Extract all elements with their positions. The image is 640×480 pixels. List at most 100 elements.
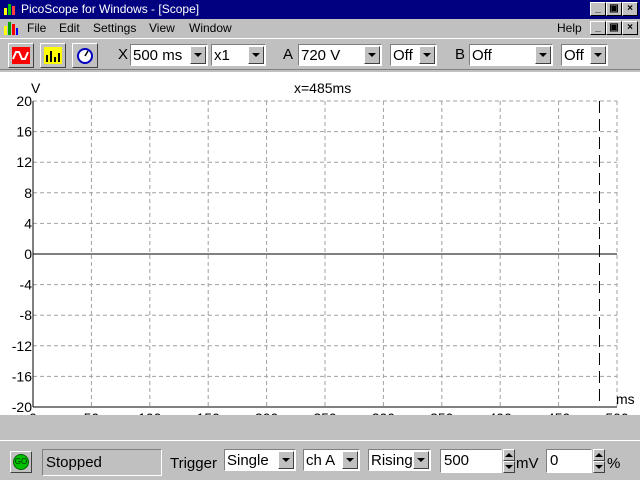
channel-a-range-value: 720 V [301, 47, 341, 64]
chevron-down-icon[interactable] [248, 46, 264, 64]
channel-a-label: A [283, 46, 294, 63]
scope-wave-icon [12, 47, 30, 64]
x-tick-label: 50 [84, 410, 100, 415]
timebase-value: 500 ms [133, 47, 183, 64]
x-tick-label: 150 [197, 410, 221, 415]
trigger-channel-select[interactable]: ch A [303, 449, 360, 471]
channel-b-label: B [455, 46, 466, 63]
x-tick-label: 450 [547, 410, 571, 415]
menu-help[interactable]: Help [557, 21, 582, 35]
y-tick-label: -12 [12, 338, 32, 354]
y-tick-label: -16 [12, 368, 32, 384]
x-tick-label: 500 [605, 410, 629, 415]
meter-mode-button[interactable] [72, 43, 98, 68]
trigger-delay-value: 0 [550, 452, 559, 469]
y-tick-label: -4 [20, 277, 33, 293]
spin-down-icon[interactable] [503, 461, 515, 473]
chevron-down-icon[interactable] [419, 46, 435, 64]
y-tick-label: 16 [16, 124, 32, 140]
toolbar: X 500 ms x1 A 720 V Off B Off Off [0, 38, 640, 70]
menu-view[interactable]: View [149, 21, 175, 35]
channel-a-range-select[interactable]: 720 V [298, 44, 382, 66]
multiplier-value: x1 [214, 47, 230, 64]
y-tick-label: -8 [20, 307, 33, 323]
app-restore-button[interactable]: ▣ [606, 2, 622, 16]
status-display: Stopped [42, 449, 162, 476]
x-axis-ticks: 0 50 100 150 200 250 300 350 400 450 500 [29, 410, 629, 426]
y-tick-label: 12 [16, 154, 32, 170]
x-tick-label: 300 [372, 410, 396, 415]
scope-display[interactable]: 201612840-4-8-12-16-20 05010015020025030… [0, 72, 640, 426]
window-title: PicoScope for Windows - [Scope] [21, 2, 200, 16]
x-tick-label: 350 [430, 410, 454, 415]
chevron-down-icon[interactable] [278, 451, 294, 469]
chevron-down-icon[interactable] [535, 46, 551, 64]
menu-settings[interactable]: Settings [93, 21, 136, 35]
threshold-unit: mV [516, 455, 539, 472]
x-tick-label: 100 [138, 410, 162, 415]
channel-b-range-value: Off [472, 47, 492, 64]
chevron-down-icon[interactable] [590, 46, 606, 64]
trigger-label: Trigger [170, 455, 217, 472]
doc-minimize-button[interactable]: _ [590, 21, 606, 35]
menu-bar: File Edit Settings View Window Help _ ▣ … [0, 19, 640, 38]
app-close-button[interactable]: × [622, 2, 638, 16]
y-tick-label: 20 [16, 93, 32, 109]
menu-edit[interactable]: Edit [59, 21, 80, 35]
spectrum-mode-button[interactable] [40, 43, 66, 68]
chevron-down-icon[interactable] [413, 451, 429, 469]
trigger-threshold-value: 500 [444, 452, 470, 469]
timebase-select[interactable]: 500 ms [130, 44, 208, 66]
go-button[interactable]: GO [10, 451, 32, 473]
x-tick-label: 400 [489, 410, 513, 415]
trigger-threshold-input[interactable]: 500 [440, 449, 502, 473]
y-tick-label: 0 [24, 246, 32, 262]
spin-up-icon[interactable] [593, 449, 605, 461]
app-minimize-button[interactable]: _ [590, 2, 606, 16]
delay-unit: % [607, 455, 621, 472]
channel-b-range-select[interactable]: Off [469, 44, 553, 66]
scope-plot[interactable]: 201612840-4-8-12-16-20 05010015020025030… [0, 72, 640, 426]
cursor-readout: x=485ms [294, 80, 351, 96]
trigger-delay-input[interactable]: 0 [546, 449, 592, 473]
picoscope-app-icon[interactable] [3, 2, 17, 16]
menu-window[interactable]: Window [189, 21, 232, 35]
spin-down-icon[interactable] [593, 461, 605, 473]
delay-spinner[interactable] [593, 449, 605, 473]
x-tick-label: 250 [313, 410, 337, 415]
trigger-channel-value: ch A [306, 452, 336, 469]
doc-restore-button[interactable]: ▣ [606, 21, 622, 35]
trigger-edge-value: Rising [371, 452, 413, 469]
channel-a-mode-value: Off [393, 47, 413, 64]
channel-b-mode-select[interactable]: Off [561, 44, 608, 66]
x-tick-label: 0 [29, 410, 37, 415]
threshold-spinner[interactable] [503, 449, 515, 473]
chevron-down-icon[interactable] [190, 46, 206, 64]
chevron-down-icon[interactable] [364, 46, 380, 64]
go-indicator-icon: GO [13, 454, 29, 470]
x-axis-label: X [118, 46, 129, 63]
spin-up-icon[interactable] [503, 449, 515, 461]
y-tick-label: 4 [24, 215, 32, 231]
trigger-mode-select[interactable]: Single [224, 449, 296, 471]
x-tick-label: 200 [255, 410, 279, 415]
y-axis-ticks: 201612840-4-8-12-16-20 [12, 93, 32, 415]
doc-close-button[interactable]: × [622, 21, 638, 35]
scope-mode-button[interactable] [8, 43, 34, 68]
meter-dial-icon [77, 48, 93, 64]
spectrum-bars-icon [44, 47, 62, 64]
channel-b-mode-value: Off [564, 47, 584, 64]
channel-a-mode-select[interactable]: Off [390, 44, 437, 66]
document-icon[interactable] [3, 21, 19, 36]
x-unit-label: ms [616, 391, 635, 407]
trigger-mode-value: Single [227, 452, 269, 469]
chevron-down-icon[interactable] [342, 451, 358, 469]
status-text: Stopped [46, 454, 102, 471]
trigger-edge-select[interactable]: Rising [368, 449, 431, 471]
multiplier-select[interactable]: x1 [211, 44, 266, 66]
trigger-bar: GO Stopped Trigger Single ch A Rising 50… [0, 440, 640, 480]
title-bar: PicoScope for Windows - [Scope] [0, 0, 640, 19]
menu-file[interactable]: File [27, 21, 46, 35]
y-tick-label: 8 [24, 185, 32, 201]
y-unit-label: V [31, 80, 41, 96]
